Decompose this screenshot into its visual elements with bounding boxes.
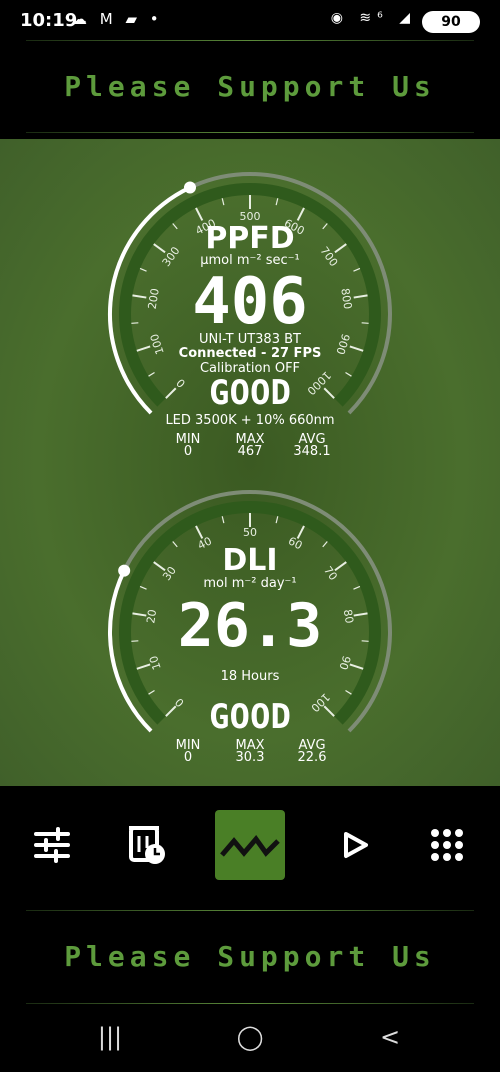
max-value: 467 (237, 444, 263, 459)
graph-icon[interactable] (215, 810, 285, 880)
gauge-tick (221, 198, 225, 206)
ppfd-rating: GOOD (209, 373, 291, 413)
support-banner-top[interactable]: Please Support Us (0, 70, 500, 103)
gauge-tick (195, 207, 204, 221)
min-value: 0 (183, 444, 193, 459)
gauge-tick (296, 525, 305, 539)
avg-value: 348.1 (293, 444, 331, 459)
divider (26, 40, 474, 41)
support-banner-bottom[interactable]: Please Support Us (0, 940, 500, 973)
dli-title: DLI (222, 543, 278, 578)
ppfd-title: PPFD (205, 221, 295, 256)
battery-indicator: 90 (422, 11, 480, 33)
divider (26, 910, 474, 911)
ppfd-value: 406 (192, 265, 308, 339)
bottom-toolbar (0, 786, 500, 911)
gauge-needle-dot (183, 181, 196, 194)
clock: 10:19 (20, 10, 78, 31)
timer-history-icon[interactable] (112, 810, 182, 880)
play-icon[interactable] (320, 810, 390, 880)
dli-hours: 18 Hours (220, 669, 280, 684)
gauge-panel: 0 100 200 300 400 500 600 700 800 900 1000 PPFD µm… (0, 139, 500, 786)
min-value: 0 (183, 750, 193, 765)
system-icons: ◉ ≋⁶ ◢ (330, 10, 416, 26)
max-value: 30.3 (235, 750, 265, 765)
gauge-tick (275, 516, 279, 524)
ppfd-light-source[interactable]: LED 3500K + 10% 660nm (0, 413, 500, 428)
gauge-tick (296, 207, 305, 221)
gauge-tick (275, 198, 279, 206)
dli-value: 26.3 (177, 591, 323, 661)
dli-rating: GOOD (209, 697, 291, 737)
ppfd-device: UNI-T UT383 BT (199, 332, 301, 347)
dli-unit: mol m⁻² day⁻¹ (203, 576, 297, 591)
gauge-tick (221, 516, 225, 524)
avg-value: 22.6 (297, 750, 327, 765)
back-icon[interactable]: < (360, 1023, 420, 1051)
system-nav-bar: ||| ◯ < (0, 1005, 500, 1072)
sliders-icon[interactable] (17, 810, 87, 880)
recent-apps-icon[interactable]: ||| (80, 1023, 140, 1051)
gauge-scale-label: 50 (243, 526, 257, 539)
notification-icons: ☁ M ▰ • (72, 10, 163, 28)
gauge-tick (148, 690, 155, 695)
home-icon[interactable]: ◯ (220, 1023, 280, 1051)
ppfd-connection: Connected - 27 FPS (178, 346, 322, 361)
divider (26, 132, 474, 133)
divider (26, 1003, 474, 1004)
status-bar: 10:19 ☁ M ▰ • ◉ ≋⁶ ◢ 90 (0, 0, 500, 44)
gauge-tick (195, 525, 204, 539)
grid-menu-icon[interactable] (412, 810, 482, 880)
gauge-tick (345, 690, 352, 695)
